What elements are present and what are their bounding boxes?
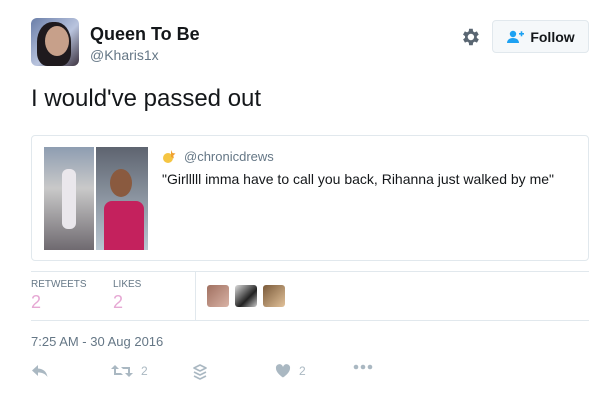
quoted-author-avatar xyxy=(163,150,176,163)
liker-avatar[interactable] xyxy=(235,285,257,307)
liker-avatar[interactable] xyxy=(207,285,229,307)
retweets-label: RETWEETS xyxy=(31,279,87,290)
likes-label: LIKES xyxy=(113,279,142,290)
reply-button[interactable] xyxy=(31,364,49,378)
retweet-button[interactable]: 2 xyxy=(111,364,148,378)
follow-button[interactable]: Follow xyxy=(492,20,589,53)
layers-icon xyxy=(193,364,207,380)
retweets-stat[interactable]: RETWEETS 2 xyxy=(31,279,87,313)
tweet-text: I would've passed out xyxy=(31,85,262,112)
tweet-timestamp[interactable]: 7:25 AM - 30 Aug 2016 xyxy=(31,334,163,349)
author-avatar[interactable] xyxy=(31,18,79,66)
stats-divider xyxy=(195,272,196,320)
liker-avatar[interactable] xyxy=(263,285,285,307)
retweets-count: 2 xyxy=(31,292,42,312)
quoted-tweet-media[interactable] xyxy=(44,147,148,250)
likes-stat[interactable]: LIKES 2 xyxy=(113,279,141,313)
liker-avatars xyxy=(207,285,285,307)
reply-icon xyxy=(32,365,48,377)
author-handle[interactable]: @Kharis1x xyxy=(90,47,159,63)
retweet-icon xyxy=(111,365,133,377)
heart-icon xyxy=(275,364,291,378)
follow-label: Follow xyxy=(530,28,575,45)
photo-figure xyxy=(62,169,76,229)
like-count: 2 xyxy=(299,364,306,378)
tweet-stats: RETWEETS 2 LIKES 2 xyxy=(31,271,589,321)
more-button[interactable] xyxy=(353,364,373,370)
media-photo-1[interactable] xyxy=(44,147,94,250)
like-button[interactable]: 2 xyxy=(275,364,306,378)
likes-count: 2 xyxy=(113,292,124,312)
stack-button[interactable] xyxy=(193,364,207,380)
gear-icon[interactable] xyxy=(459,26,481,48)
media-photo-2[interactable] xyxy=(96,147,148,250)
quoted-tweet-author[interactable]: @chronicdrews xyxy=(162,148,274,164)
photo-head xyxy=(110,169,132,197)
author-display-name[interactable]: Queen To Be xyxy=(90,24,200,45)
avatar-face xyxy=(45,26,69,56)
quoted-tweet-text: "Girlllll imma have to call you back, Ri… xyxy=(162,171,554,187)
quoted-tweet-handle: @chronicdrews xyxy=(184,148,274,164)
photo-shirt xyxy=(104,201,144,250)
retweet-count: 2 xyxy=(141,364,148,378)
more-icon xyxy=(353,364,373,370)
add-user-icon xyxy=(507,30,525,43)
quoted-tweet[interactable]: @chronicdrews "Girlllll imma have to cal… xyxy=(31,135,589,261)
